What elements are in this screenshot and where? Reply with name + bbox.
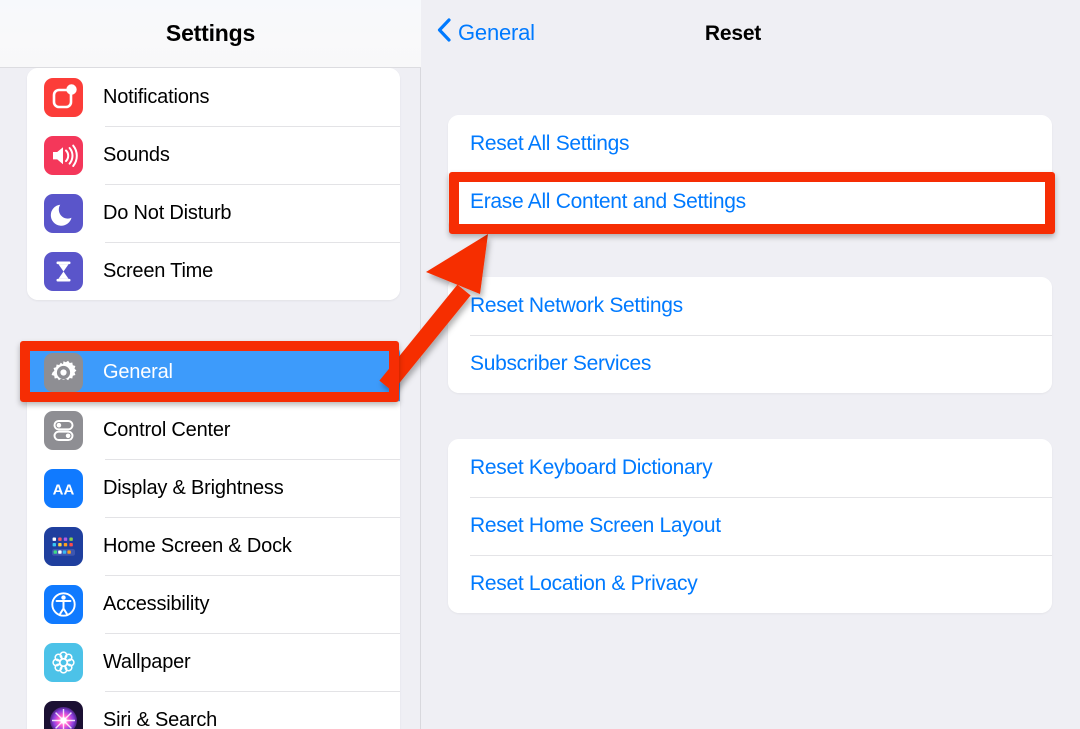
reset-keyboard-dictionary-row[interactable]: Reset Keyboard Dictionary <box>448 439 1052 497</box>
page-title: Settings <box>165 20 256 46</box>
sidebar-item-label: Do Not Disturb <box>103 201 232 224</box>
sidebar-item-display-brightness[interactable]: AA Display & Brightness <box>27 459 400 517</box>
reset-detail-panel: General Reset Reset All Settings Erase A… <box>422 0 1080 729</box>
detail-title-text: Reset <box>704 22 762 45</box>
home-screen-dock-icon <box>44 526 83 566</box>
sidebar-item-home-screen-dock[interactable]: Home Screen & Dock <box>27 517 400 575</box>
row-label: Reset All Settings <box>470 132 630 155</box>
detail-title: Reset <box>422 22 1080 46</box>
sidebar-item-siri-search[interactable]: Siri & Search <box>27 691 400 729</box>
sidebar-item-control-center[interactable]: Control Center <box>27 401 400 459</box>
reset-group-3: Reset Keyboard Dictionary Reset Home Scr… <box>448 439 1052 613</box>
control-center-icon <box>44 410 83 450</box>
sidebar-item-label: Accessibility <box>103 592 210 615</box>
sidebar-item-label: Siri & Search <box>103 708 218 729</box>
row-label: Reset Home Screen Layout <box>470 514 721 537</box>
siri-search-icon <box>44 700 83 729</box>
sidebar-item-accessibility[interactable]: Accessibility <box>27 575 400 633</box>
row-label: Reset Location & Privacy <box>470 572 698 595</box>
sidebar-item-label: General <box>103 360 173 383</box>
row-label: Subscriber Services <box>470 352 652 375</box>
notifications-icon <box>44 77 83 117</box>
sidebar-item-label: Wallpaper <box>103 650 191 673</box>
reset-all-settings-row[interactable]: Reset All Settings <box>448 115 1052 173</box>
row-label: Reset Keyboard Dictionary <box>470 456 713 479</box>
sidebar-item-label: Notifications <box>103 85 210 108</box>
sidebar-item-sounds[interactable]: Sounds <box>27 126 400 184</box>
reset-location-privacy-row[interactable]: Reset Location & Privacy <box>448 555 1052 613</box>
subscriber-services-row[interactable]: Subscriber Services <box>448 335 1052 393</box>
wallpaper-icon <box>44 642 83 682</box>
general-gear-icon <box>44 352 83 392</box>
sidebar-item-do-not-disturb[interactable]: Do Not Disturb <box>27 184 400 242</box>
sidebar-group-alerts: Notifications Sounds Do Not Disturb Scre… <box>27 68 400 300</box>
reset-network-settings-row[interactable]: Reset Network Settings <box>448 277 1052 335</box>
sidebar-item-label: Control Center <box>103 418 231 441</box>
row-label: Reset Network Settings <box>470 294 683 317</box>
sidebar-group-system: General Control Center AA Display & Brig… <box>27 343 400 729</box>
reset-group-2: Reset Network Settings Subscriber Servic… <box>448 277 1052 393</box>
row-label: Erase All Content and Settings <box>470 190 746 213</box>
svg-text:AA: AA <box>53 481 75 498</box>
settings-sidebar: Settings Notifications Sounds Do Not Dis… <box>0 0 421 729</box>
sidebar-item-wallpaper[interactable]: Wallpaper <box>27 633 400 691</box>
sidebar-item-general[interactable]: General <box>27 343 400 401</box>
sidebar-header: Settings <box>0 0 421 68</box>
ipad-settings-screen: Settings Notifications Sounds Do Not Dis… <box>0 0 1080 729</box>
sidebar-item-label: Display & Brightness <box>103 476 284 499</box>
sounds-icon <box>44 135 83 175</box>
reset-group-1: Reset All Settings Erase All Content and… <box>448 115 1052 231</box>
sidebar-item-label: Sounds <box>103 143 170 166</box>
screen-time-icon <box>44 251 83 291</box>
sidebar-item-label: Screen Time <box>103 259 214 282</box>
do-not-disturb-icon <box>44 193 83 233</box>
erase-all-content-and-settings-row[interactable]: Erase All Content and Settings <box>448 173 1052 231</box>
accessibility-icon <box>44 584 83 624</box>
reset-home-screen-layout-row[interactable]: Reset Home Screen Layout <box>448 497 1052 555</box>
display-brightness-icon: AA <box>44 468 83 508</box>
sidebar-item-label: Home Screen & Dock <box>103 534 292 557</box>
sidebar-item-notifications[interactable]: Notifications <box>27 68 400 126</box>
sidebar-item-screen-time[interactable]: Screen Time <box>27 242 400 300</box>
detail-header: General Reset <box>422 0 1080 68</box>
